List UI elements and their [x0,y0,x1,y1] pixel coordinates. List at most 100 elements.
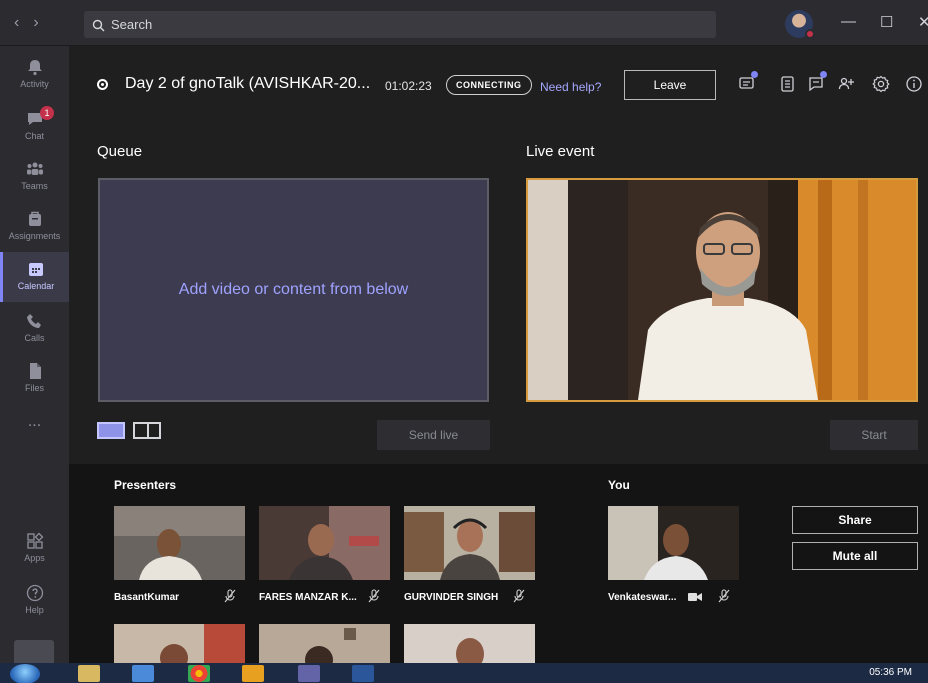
chat-badge: 1 [40,106,54,120]
teams-icon [26,162,43,175]
rail-item-help[interactable]: Help [0,576,69,626]
chat-toolbar-button[interactable] [737,71,758,94]
file-explorer-icon[interactable] [78,665,100,682]
file-icon [29,363,41,379]
live-speaker-video [528,180,916,400]
device-status-button[interactable] [14,640,54,663]
start-menu-icon[interactable] [10,664,40,683]
notification-dot [751,71,758,78]
presenter-video [404,506,535,580]
close-button[interactable]: ✕ [918,13,928,31]
mic-off-icon [513,589,525,603]
mic-off-icon [718,589,730,603]
chrome-icon[interactable] [188,665,210,682]
presenters-heading: Presenters [114,478,177,492]
rail-label: Assignments [8,231,61,241]
avatar[interactable] [785,10,815,39]
phone-icon [26,314,41,328]
mic-off-icon [368,589,380,603]
rail-label: Teams [21,181,48,191]
presenter-tile[interactable] [114,506,245,580]
rail-item-calendar[interactable]: Calendar [0,252,69,302]
presenter-tile[interactable] [259,624,390,663]
layout-single-button[interactable] [97,422,125,439]
mute-all-button[interactable]: Mute all [792,542,918,570]
qna-toolbar-button[interactable] [806,71,827,94]
queue-heading: Queue [97,143,143,160]
presenter-tile[interactable] [404,506,535,580]
recording-icon [97,79,108,90]
need-help-link[interactable]: Need help? [540,80,601,94]
sources-panel: Presenters You BasantKumar FARES MANZAR … [69,464,928,663]
participants-icon [838,77,854,90]
rail-label: Apps [24,553,45,563]
presenter-video [404,624,535,663]
rail-label: Calendar [17,281,55,291]
back-arrow-icon[interactable]: ‹ [14,14,33,31]
self-video-tile[interactable] [608,506,739,580]
folder-app-icon[interactable] [242,665,264,682]
rail-label: Files [24,383,44,393]
queue-preview[interactable]: Add video or content from below [98,178,489,402]
notes-icon [781,76,794,92]
word-icon[interactable] [352,665,374,682]
presenter-tile[interactable] [404,624,535,663]
rail-item-files[interactable]: Files [0,354,69,404]
media-player-icon[interactable] [132,665,154,682]
rail-label: Help [25,605,44,615]
presenter-video [114,506,245,580]
participants-toolbar-button[interactable] [837,74,857,94]
rail-item-activity[interactable]: Activity [0,50,69,100]
more-label: ... [27,413,42,430]
rail-item-assignments[interactable]: Assignments [0,202,69,252]
you-heading: You [608,478,630,492]
status-badge: CONNECTING [446,75,532,95]
presenter-video [114,624,245,663]
help-icon [26,584,43,602]
presenter-tile[interactable] [114,624,245,663]
presenter-video [259,624,390,663]
rail-item-apps[interactable]: Apps [0,524,69,574]
notes-toolbar-button[interactable] [777,74,797,94]
minimize-button[interactable]: — [841,13,856,30]
meeting-timer: 01:02:23 [385,79,432,93]
start-button[interactable]: Start [830,420,918,450]
search-icon [92,19,105,32]
meeting-title: Day 2 of gnoTalk (AVISHKAR-20... [125,75,371,92]
live-event-heading: Live event [526,143,595,160]
assignments-icon [28,211,41,226]
rail-item-teams[interactable]: Teams [0,152,69,202]
rail-item-chat[interactable]: 1 Chat [0,102,69,152]
send-live-button[interactable]: Send live [377,420,490,450]
info-toolbar-button[interactable] [904,74,924,94]
settings-toolbar-button[interactable] [871,74,891,94]
info-icon [906,76,922,92]
live-event-producer-view: Day 2 of gnoTalk (AVISHKAR-20... 01:02:2… [69,46,928,663]
history-nav: ‹› [14,14,53,32]
bell-icon [27,60,42,76]
os-taskbar: 05:36 PM [0,663,928,683]
presenter-name: BasantKumar [114,592,180,603]
rail-label: Calls [24,333,45,343]
more-apps-icon[interactable]: ... [0,408,69,458]
gear-icon [872,75,890,93]
apps-icon [26,532,43,549]
presenter-name: FARES MANZAR K... [259,592,357,603]
calendar-icon [29,263,43,276]
search-input[interactable]: Search [84,11,716,38]
live-event-video [526,178,918,402]
app-rail: Activity 1 Chat Teams Assignments Calend… [0,46,69,663]
video-camera-icon [688,593,702,601]
forward-arrow-icon[interactable]: › [33,14,52,31]
queue-placeholder: Add video or content from below [178,281,409,298]
rail-item-calls[interactable]: Calls [0,304,69,354]
maximize-button[interactable]: ☐ [880,13,893,31]
share-button[interactable]: Share [792,506,918,534]
presenter-tile[interactable] [259,506,390,580]
teams-taskbar-icon[interactable] [298,665,320,682]
layout-side-by-side-button[interactable] [133,422,161,439]
mic-off-icon [224,589,236,603]
leave-button[interactable]: Leave [624,70,716,100]
search-placeholder: Search [111,17,153,32]
rail-label: Chat [24,131,44,141]
